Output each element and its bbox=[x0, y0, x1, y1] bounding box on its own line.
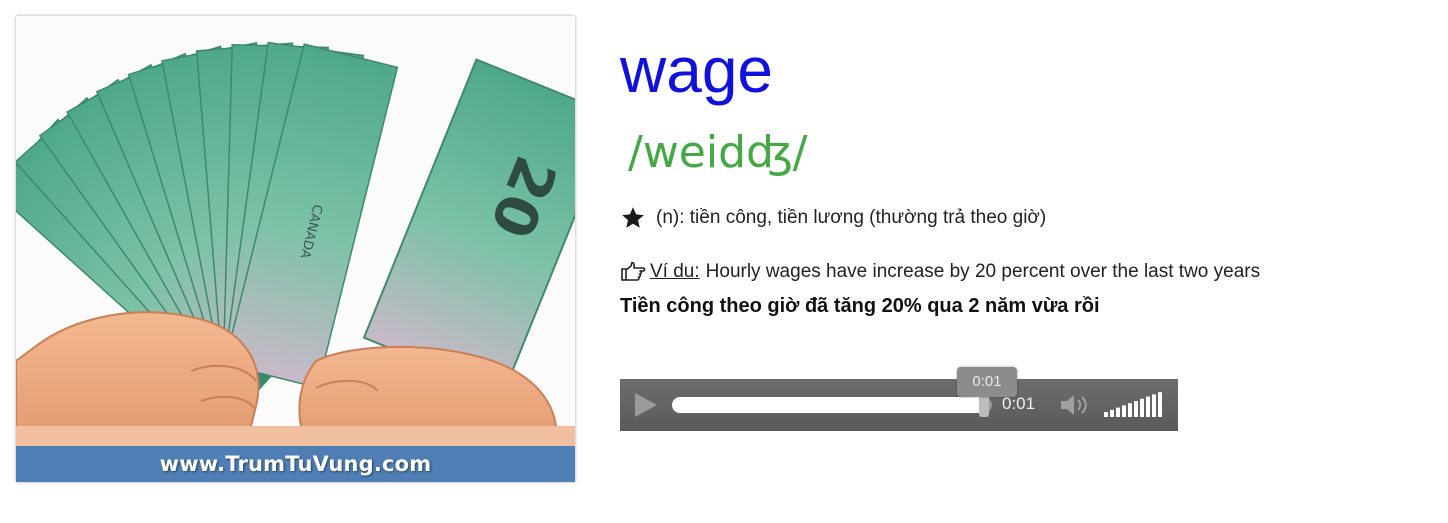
volume-bar[interactable] bbox=[1110, 409, 1114, 417]
volume-bar[interactable] bbox=[1158, 392, 1162, 417]
audio-progress-fill bbox=[672, 397, 988, 413]
volume-bar[interactable] bbox=[1140, 398, 1144, 417]
speaker-icon[interactable] bbox=[1058, 391, 1092, 419]
volume-bar[interactable] bbox=[1152, 394, 1156, 417]
money-fan-illustration: CANADACANADACANADACANADACANADACANADACANA… bbox=[16, 16, 575, 482]
example-label: Ví du: bbox=[650, 261, 700, 282]
pointing-hand-icon bbox=[621, 261, 646, 281]
audio-player: 0:01 0:01 bbox=[620, 367, 1178, 431]
meaning-text: (n): tiền công, tiền lương (thường trả t… bbox=[656, 207, 1047, 228]
vocabulary-word: wage bbox=[620, 34, 773, 106]
volume-bar[interactable] bbox=[1146, 396, 1150, 417]
example-row: Ví du: Hourly wages have increase by 20 … bbox=[620, 261, 1260, 283]
volume-bar[interactable] bbox=[1122, 405, 1126, 417]
volume-bar[interactable] bbox=[1116, 407, 1120, 417]
current-time: 0:01 bbox=[1002, 394, 1036, 413]
watermark-text: www.TrumTuVung.com bbox=[159, 452, 432, 476]
example-translation: Tiền công theo giờ đã tăng 20% qua 2 năm… bbox=[620, 295, 1100, 317]
star-icon bbox=[622, 207, 644, 228]
word-image-card: CANADACANADACANADACANADACANADACANADACANA… bbox=[16, 16, 575, 482]
meaning-row: (n): tiền công, tiền lương (thường trả t… bbox=[620, 205, 1046, 231]
volume-bar[interactable] bbox=[1104, 412, 1108, 417]
volume-bar[interactable] bbox=[1134, 401, 1138, 417]
time-tooltip: 0:01 bbox=[957, 367, 1017, 397]
watermark-banner: www.TrumTuVung.com bbox=[16, 446, 575, 482]
audio-progress-track[interactable] bbox=[672, 393, 992, 417]
volume-bar[interactable] bbox=[1128, 403, 1132, 417]
volume-slider[interactable] bbox=[1102, 391, 1166, 419]
pronunciation-ipa: /weidʤ/ bbox=[628, 127, 808, 178]
play-icon[interactable] bbox=[630, 390, 660, 420]
example-sentence: Hourly wages have increase by 20 percent… bbox=[705, 261, 1261, 282]
